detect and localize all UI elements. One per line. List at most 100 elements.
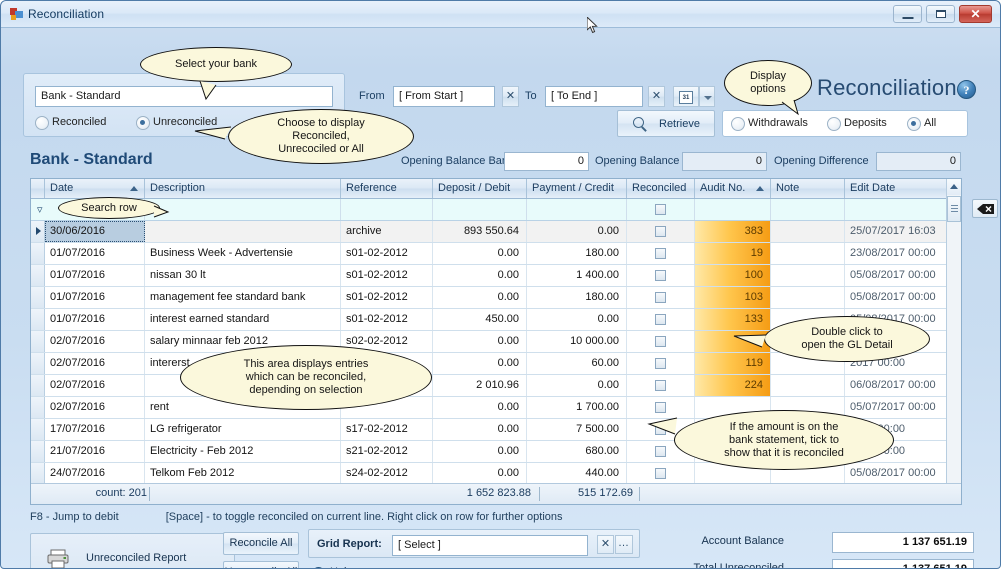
reconciled-checkbox[interactable]	[655, 314, 666, 325]
cell-deposit[interactable]: 450.00	[433, 309, 527, 330]
cell-date[interactable]: 02/07/2016	[45, 375, 145, 396]
clear-to-date-button[interactable]: ✕	[648, 86, 665, 107]
cell-reconciled[interactable]	[627, 309, 695, 330]
scrollbar-thumb[interactable]	[947, 196, 961, 222]
cell-edit-date[interactable]: 05/08/2017 00:00	[845, 265, 947, 286]
cell-payment[interactable]: 680.00	[527, 441, 627, 462]
cell-date[interactable]: 01/07/2016	[45, 243, 145, 264]
cell-description[interactable]: Business Week - Advertensie	[145, 243, 341, 264]
reconciled-checkbox[interactable]	[655, 248, 666, 259]
cell-note[interactable]	[771, 265, 845, 286]
reconciled-checkbox[interactable]	[655, 226, 666, 237]
search-cell-edit-date[interactable]	[845, 199, 947, 220]
cell-date[interactable]: 01/07/2016	[45, 309, 145, 330]
cell-description[interactable]: LG refrigerator	[145, 419, 341, 440]
cell-payment[interactable]: 60.00	[527, 353, 627, 374]
search-cell-deposit[interactable]	[433, 199, 527, 220]
cell-description[interactable]: Telkom Feb 2012	[145, 463, 341, 484]
column-header-reference[interactable]: Reference	[341, 179, 433, 198]
opening-balance-bank-field[interactable]: 0	[504, 152, 589, 171]
cell-audit[interactable]: 103	[695, 287, 771, 308]
cell-payment[interactable]: 180.00	[527, 243, 627, 264]
cell-note[interactable]	[771, 287, 845, 308]
cell-date[interactable]: 02/07/2016	[45, 331, 145, 352]
column-header-payment[interactable]: Payment / Credit	[527, 179, 627, 198]
column-header-date[interactable]: Date	[45, 179, 145, 198]
cell-edit-date[interactable]: 06/08/2017 00:00	[845, 375, 947, 396]
cell-reconciled[interactable]	[627, 287, 695, 308]
minimize-button[interactable]	[893, 5, 922, 23]
scroll-up-button[interactable]	[947, 179, 961, 195]
grid-report-more-button[interactable]: …	[615, 535, 633, 554]
cell-reference[interactable]: s01-02-2012	[341, 309, 433, 330]
cell-reference[interactable]: s01-02-2012	[341, 265, 433, 286]
cell-payment[interactable]: 10 000.00	[527, 331, 627, 352]
cell-deposit[interactable]: 0.00	[433, 353, 527, 374]
cell-date[interactable]: 01/07/2016	[45, 265, 145, 286]
grid-report-clear-button[interactable]: ✕	[597, 535, 614, 554]
reconciled-checkbox[interactable]	[655, 468, 666, 479]
grid-vertical-scrollbar[interactable]	[946, 179, 961, 504]
cell-edit-date[interactable]: 05/08/2017 00:00	[845, 287, 947, 308]
retrieve-button[interactable]: Retrieve	[617, 110, 715, 137]
cell-note[interactable]	[771, 243, 845, 264]
cell-reference[interactable]: s01-02-2012	[341, 243, 433, 264]
reconciled-checkbox[interactable]	[655, 446, 666, 457]
radio-deposits[interactable]: Deposits	[827, 116, 887, 132]
cell-audit[interactable]: 100	[695, 265, 771, 286]
reconcile-all-button[interactable]: Reconcile All	[223, 532, 299, 555]
row-selector[interactable]	[31, 463, 45, 484]
cell-edit-date[interactable]: 23/08/2017 00:00	[845, 243, 947, 264]
cell-description[interactable]: interest earned standard	[145, 309, 341, 330]
row-selector[interactable]	[31, 331, 45, 352]
row-selector[interactable]	[31, 309, 45, 330]
cell-reconciled[interactable]	[627, 353, 695, 374]
search-cell-note[interactable]	[771, 199, 845, 220]
cell-description[interactable]	[145, 221, 341, 242]
table-row[interactable]: 01/07/2016 Business Week - Advertensie s01…	[31, 243, 947, 265]
cell-reconciled[interactable]	[627, 243, 695, 264]
cell-deposit[interactable]: 0.00	[433, 419, 527, 440]
cell-reference[interactable]: s01-02-2012	[341, 287, 433, 308]
close-button[interactable]: ✕	[959, 5, 992, 23]
cell-deposit[interactable]: 2 010.96	[433, 375, 527, 396]
column-header-edit-date[interactable]: Edit Date	[845, 179, 947, 198]
cell-audit[interactable]: 133	[695, 309, 771, 330]
cell-edit-date[interactable]: 25/07/2017 16:03	[845, 221, 947, 242]
cell-payment[interactable]: 1 700.00	[527, 397, 627, 418]
cell-date[interactable]: 02/07/2016	[45, 353, 145, 374]
search-cell-audit[interactable]	[695, 199, 771, 220]
column-header-note[interactable]: Note	[771, 179, 845, 198]
unreconciled-report-button[interactable]: Unreconciled Report	[30, 533, 235, 568]
cell-reference[interactable]: archive	[341, 221, 433, 242]
to-date-select[interactable]: [ To End ]	[545, 86, 643, 107]
reconciled-checkbox[interactable]	[655, 292, 666, 303]
row-selector[interactable]	[31, 265, 45, 286]
cell-payment[interactable]: 1 400.00	[527, 265, 627, 286]
column-header-description[interactable]: Description	[145, 179, 341, 198]
clear-filter-button[interactable]	[972, 199, 998, 218]
column-header-audit[interactable]: Audit No.	[695, 179, 771, 198]
cell-note[interactable]	[771, 375, 845, 396]
cell-date[interactable]: 24/07/2016	[45, 463, 145, 484]
cell-deposit[interactable]: 0.00	[433, 441, 527, 462]
grid-report-select[interactable]: [ Select ]	[392, 535, 588, 556]
reconciled-checkbox[interactable]	[655, 336, 666, 347]
cell-reference[interactable]: s24-02-2012	[341, 463, 433, 484]
filter-icon[interactable]: ▿	[37, 203, 43, 216]
reconciled-checkbox[interactable]	[655, 380, 666, 391]
cell-reconciled[interactable]	[627, 221, 695, 242]
cell-deposit[interactable]: 0.00	[433, 397, 527, 418]
row-selector[interactable]	[31, 419, 45, 440]
row-selector[interactable]	[31, 397, 45, 418]
table-row[interactable]: 01/07/2016 management fee standard bank s0…	[31, 287, 947, 309]
cell-payment[interactable]: 180.00	[527, 287, 627, 308]
cell-payment[interactable]: 7 500.00	[527, 419, 627, 440]
cell-reference[interactable]: s17-02-2012	[341, 419, 433, 440]
row-selector[interactable]	[31, 353, 45, 374]
cell-audit[interactable]: 119	[695, 353, 771, 374]
cell-deposit[interactable]: 893 550.64	[433, 221, 527, 242]
cell-deposit[interactable]: 0.00	[433, 287, 527, 308]
radio-all[interactable]: All	[907, 116, 936, 132]
cell-reconciled[interactable]	[627, 331, 695, 352]
